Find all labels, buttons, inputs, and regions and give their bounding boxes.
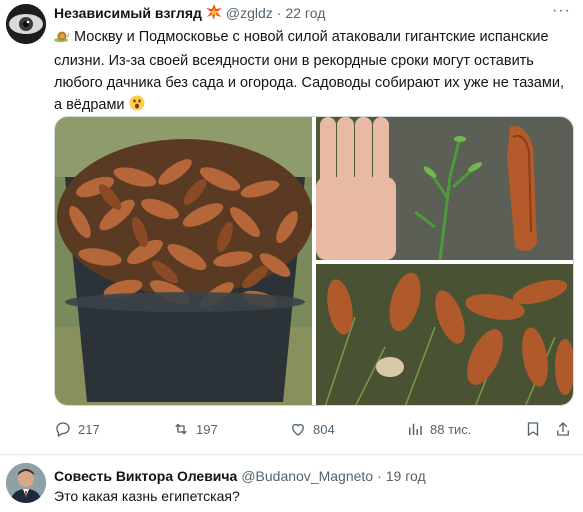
reply-button[interactable]: 217 bbox=[54, 420, 100, 438]
heart-icon bbox=[292, 423, 304, 436]
media-grid[interactable] bbox=[54, 116, 574, 406]
snail-icon bbox=[54, 28, 70, 50]
share-button[interactable] bbox=[554, 420, 572, 438]
reply-tweet[interactable]: Совесть Виктора Олевича @Budanov_Magneto… bbox=[0, 455, 583, 512]
tweet[interactable]: Независимый взгляд @zgldz · 22 год ··· М… bbox=[0, 0, 583, 454]
hand-photo[interactable] bbox=[316, 117, 574, 260]
views-count: 88 тис. bbox=[430, 421, 472, 437]
collision-emoji-icon bbox=[205, 3, 222, 23]
author-handle[interactable]: @zgldz bbox=[226, 5, 273, 21]
reply-author-handle[interactable]: @Budanov_Magneto bbox=[241, 468, 373, 484]
author-name[interactable]: Независимый взгляд bbox=[54, 5, 202, 21]
separator-dot: · bbox=[276, 5, 282, 21]
reply-separator-dot: · bbox=[377, 468, 382, 484]
like-count: 804 bbox=[313, 421, 335, 437]
reply-icon bbox=[56, 422, 70, 437]
bucket-photo[interactable] bbox=[55, 117, 313, 406]
grass-photo[interactable] bbox=[316, 264, 574, 406]
more-options-icon[interactable]: ··· bbox=[552, 2, 571, 20]
reply-header: Совесть Виктора Олевича @Budanov_Magneto… bbox=[54, 467, 426, 485]
bookmark-icon bbox=[527, 422, 539, 437]
tweet-time[interactable]: 22 год bbox=[285, 5, 325, 21]
author-avatar[interactable] bbox=[6, 4, 46, 44]
retweet-button[interactable]: 197 bbox=[172, 420, 218, 438]
reply-count: 217 bbox=[78, 421, 100, 437]
reply-author-avatar[interactable] bbox=[6, 463, 46, 503]
like-button[interactable]: 804 bbox=[289, 420, 335, 438]
views-chart-icon bbox=[409, 423, 422, 435]
reply-author-name[interactable]: Совесть Виктора Олевича bbox=[54, 468, 237, 484]
views-button[interactable]: 88 тис. bbox=[406, 420, 471, 438]
bookmark-button[interactable] bbox=[524, 420, 542, 438]
action-bar: 217 197 804 88 тис. bbox=[54, 420, 574, 442]
retweet-count: 197 bbox=[196, 421, 218, 437]
share-icon bbox=[557, 422, 569, 436]
reply-time[interactable]: 19 год bbox=[386, 468, 426, 484]
astonished-face-icon bbox=[129, 95, 145, 118]
tweet-header: Независимый взгляд @zgldz · 22 год bbox=[54, 3, 325, 23]
retweet-icon bbox=[175, 423, 187, 435]
reply-text: Это какая казнь египетская? bbox=[54, 488, 240, 504]
tweet-text-container: Москву и Подмосковье с новой силой атако… bbox=[54, 26, 574, 118]
